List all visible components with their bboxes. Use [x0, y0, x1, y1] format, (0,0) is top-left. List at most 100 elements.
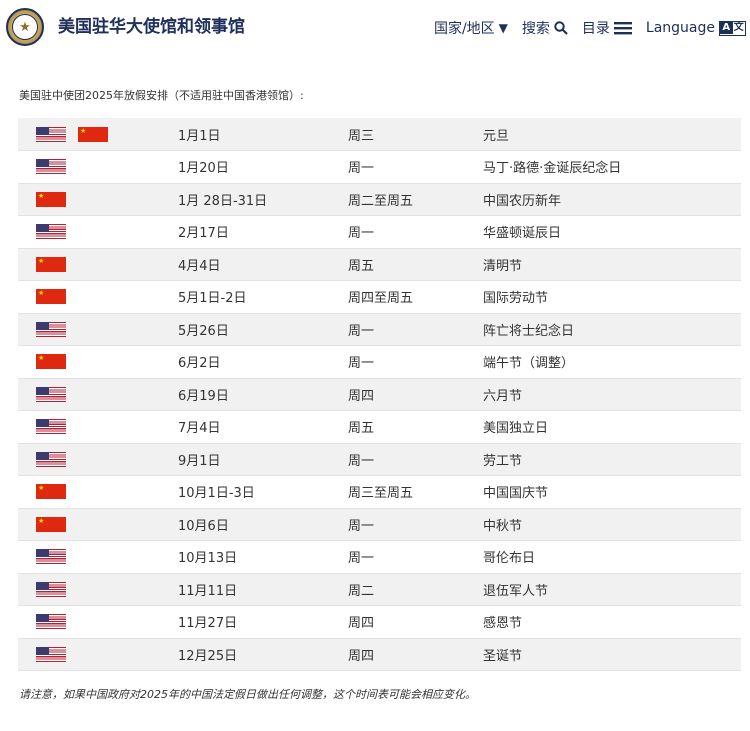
search-icon — [554, 21, 568, 35]
us-flag-icon — [36, 126, 66, 142]
holiday-weekday: 周一 — [348, 150, 483, 184]
holiday-row: 12月25日 周四 圣诞节 — [18, 638, 741, 671]
holiday-flags — [18, 345, 178, 379]
us-flag-icon — [36, 549, 66, 565]
us-flag-icon — [36, 614, 66, 630]
holiday-row: 1月1日周三元旦 — [18, 118, 741, 151]
holiday-weekday: 周一 — [348, 540, 483, 574]
holiday-table-body: 1月1日周三元旦1月20日周一马丁·路德·金诞辰纪念日1月 28日-31日周二至… — [18, 118, 741, 671]
us-flag-icon — [36, 581, 66, 597]
holiday-flags — [18, 638, 178, 671]
holiday-date: 7月4日 — [178, 410, 348, 444]
china-flag-icon — [36, 191, 66, 207]
language-icon: A文 — [719, 20, 746, 36]
holiday-name: 哥伦布日 — [483, 540, 741, 574]
holiday-date: 2月17日 — [178, 215, 348, 249]
schedule-intro: 美国驻中使团2025年放假安排（不适用驻中国香港领馆）: — [19, 89, 304, 102]
holiday-date: 10月6日 — [178, 508, 348, 541]
holiday-flags — [18, 475, 178, 509]
holiday-name: 退伍军人节 — [483, 573, 741, 606]
holiday-weekday: 周五 — [348, 248, 483, 281]
us-flag-icon — [36, 451, 66, 467]
holiday-weekday: 周二至周五 — [348, 183, 483, 216]
holiday-name: 美国独立日 — [483, 410, 741, 444]
country-region-menu[interactable]: 国家/地区 ▼ — [434, 18, 508, 38]
holiday-flags — [18, 313, 178, 346]
holiday-row: 10月6日周一中秋节 — [18, 508, 741, 541]
language-label: Language — [645, 20, 715, 36]
holiday-weekday: 周四 — [348, 605, 483, 639]
holiday-date: 11月11日 — [178, 573, 348, 606]
search-button[interactable]: 搜索 — [522, 18, 568, 38]
holiday-date: 10月13日 — [178, 540, 348, 574]
holiday-date: 12月25日 — [178, 638, 348, 671]
embassy-seal-icon[interactable]: ★ — [6, 8, 44, 46]
holiday-row: 11月27日 周四 感恩节 — [18, 605, 741, 639]
holiday-name: 六月节 — [483, 378, 741, 411]
holiday-row: 10月13日 周一 哥伦布日 — [18, 540, 741, 574]
holiday-flags — [18, 410, 178, 444]
holiday-name: 圣诞节 — [483, 638, 741, 671]
holiday-name: 国际劳动节 — [483, 280, 741, 314]
holiday-weekday: 周二 — [348, 573, 483, 606]
top-nav: 国家/地区 ▼ 搜索 目录 Language A文 — [434, 18, 746, 38]
hamburger-icon — [613, 22, 632, 35]
menu-label: 目录 — [581, 21, 610, 37]
holiday-name: 劳工节 — [483, 443, 741, 476]
holiday-row: 1月 28日-31日周二至周五中国农历新年 — [18, 183, 741, 216]
china-flag-icon — [36, 516, 66, 532]
holiday-row: 5月26日 周一 阵亡将士纪念日 — [18, 313, 741, 346]
us-flag-icon — [36, 646, 66, 662]
holiday-weekday: 周一 — [348, 313, 483, 346]
holiday-row: 1月20日 周一 马丁·路德·金诞辰纪念日 — [18, 150, 741, 184]
holiday-flags — [18, 573, 178, 606]
holiday-name: 阵亡将士纪念日 — [483, 313, 741, 346]
china-flag-icon — [78, 126, 108, 142]
holiday-row: 2月17日 周一 华盛顿诞辰日 — [18, 215, 741, 249]
holiday-date: 5月26日 — [178, 313, 348, 346]
holiday-weekday: 周四至周五 — [348, 280, 483, 314]
menu-button[interactable]: 目录 — [582, 18, 632, 38]
holiday-date: 6月2日 — [178, 345, 348, 379]
country-region-label: 国家/地区 — [433, 21, 495, 37]
site-title[interactable]: 美国驻华大使馆和领事馆 — [58, 12, 245, 37]
holiday-date: 11月27日 — [178, 605, 348, 639]
us-flag-icon — [36, 386, 66, 402]
us-flag-icon — [36, 159, 66, 175]
holiday-row: 6月19日 周四 六月节 — [18, 378, 741, 411]
holiday-flags — [18, 150, 178, 184]
holiday-name: 中国国庆节 — [483, 475, 741, 509]
holiday-flags — [18, 183, 178, 216]
search-label: 搜索 — [521, 21, 550, 37]
holiday-name: 元旦 — [483, 118, 741, 151]
china-flag-icon — [36, 483, 66, 500]
holiday-flags — [18, 248, 178, 281]
holiday-row: 11月11日 周二 退伍军人节 — [18, 573, 741, 606]
holiday-name: 华盛顿诞辰日 — [483, 215, 741, 249]
holiday-row: 5月1日-2日周四至周五国际劳动节 — [18, 280, 741, 314]
holiday-date: 6月19日 — [178, 378, 348, 411]
holiday-weekday: 周四 — [348, 378, 483, 411]
holiday-weekday: 周一 — [348, 345, 483, 379]
holiday-weekday: 周一 — [348, 443, 483, 476]
china-flag-icon — [36, 353, 66, 370]
site-header: ★ 美国驻华大使馆和领事馆 国家/地区 ▼ 搜索 目录 Language A文 — [0, 0, 750, 56]
caret-down-icon: ▼ — [498, 21, 508, 35]
language-menu[interactable]: Language A文 — [646, 20, 746, 36]
holiday-name: 中国农历新年 — [483, 183, 741, 216]
holiday-flags — [18, 280, 178, 314]
holiday-date: 4月4日 — [178, 248, 348, 281]
holiday-name: 端午节（调整） — [483, 345, 741, 379]
holiday-row: 10月1日-3日周三至周五中国国庆节 — [18, 475, 741, 509]
holiday-date: 5月1日-2日 — [178, 280, 348, 314]
holiday-date: 10月1日-3日 — [178, 475, 348, 509]
us-flag-icon — [36, 224, 66, 240]
holiday-date: 9月1日 — [178, 443, 348, 476]
holiday-flags — [18, 215, 178, 249]
holiday-row: 9月1日 周一 劳工节 — [18, 443, 741, 476]
holiday-flags — [18, 540, 178, 574]
china-flag-icon — [36, 288, 66, 305]
holiday-flags — [18, 605, 178, 639]
holiday-date: 1月 28日-31日 — [178, 183, 348, 216]
holiday-flags — [18, 118, 178, 151]
